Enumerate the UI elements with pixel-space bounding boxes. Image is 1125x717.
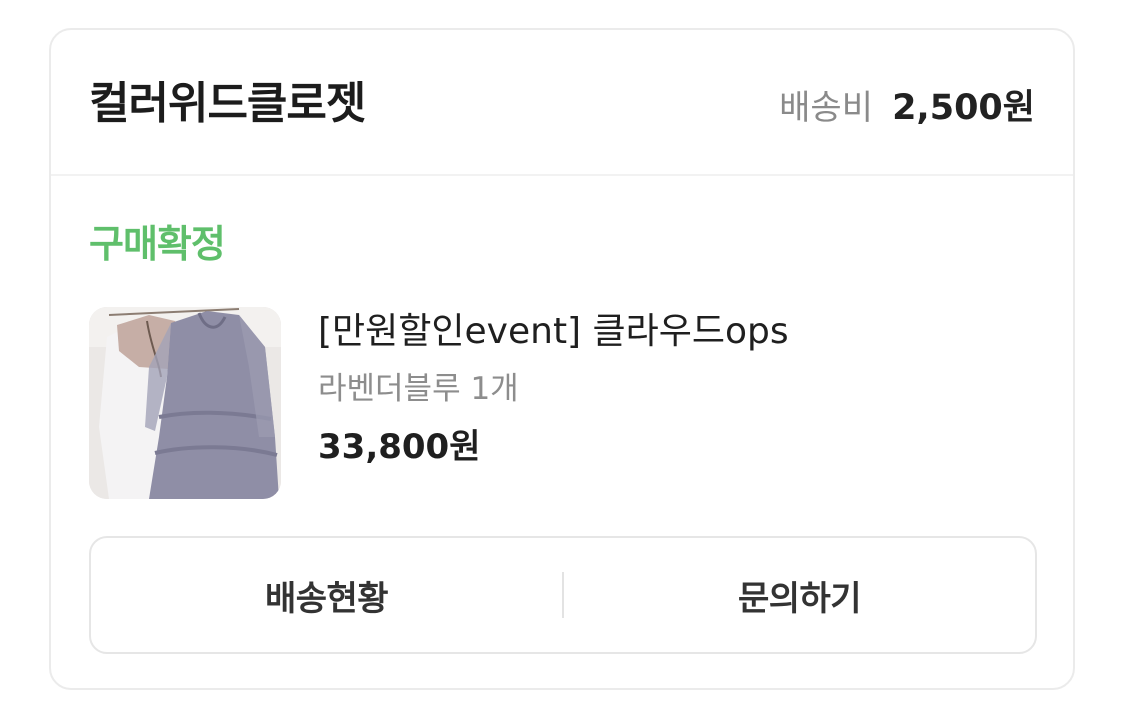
delivery-status-button[interactable]: 배송현황 [91, 538, 562, 652]
order-actions: 배송현황 문의하기 [89, 536, 1037, 654]
order-card: 컬러위드클로젯 배송비 2,500원 구매확정 [만원할인event] 클라우드… [49, 28, 1075, 690]
inquiry-button[interactable]: 문의하기 [564, 538, 1035, 652]
product-option: 라벤더블루 1개 [318, 371, 519, 407]
dress-photo-icon [89, 307, 281, 499]
shipping-fee-info: 배송비 2,500원 [779, 86, 1035, 136]
order-status: 구매확정 [89, 222, 226, 266]
shipping-fee-label: 배송비 [779, 88, 873, 128]
store-name[interactable]: 컬러위드클로젯 [89, 76, 366, 132]
shipping-fee-value: 2,500원 [892, 88, 1035, 128]
store-header: 컬러위드클로젯 배송비 2,500원 [51, 30, 1073, 176]
product-name[interactable]: [만원할인event] 클라우드ops [318, 309, 789, 355]
product-thumbnail[interactable] [89, 307, 281, 499]
product-info: [만원할인event] 클라우드ops 라벤더블루 1개 33,800원 [318, 309, 789, 469]
product-price: 33,800원 [318, 427, 481, 467]
